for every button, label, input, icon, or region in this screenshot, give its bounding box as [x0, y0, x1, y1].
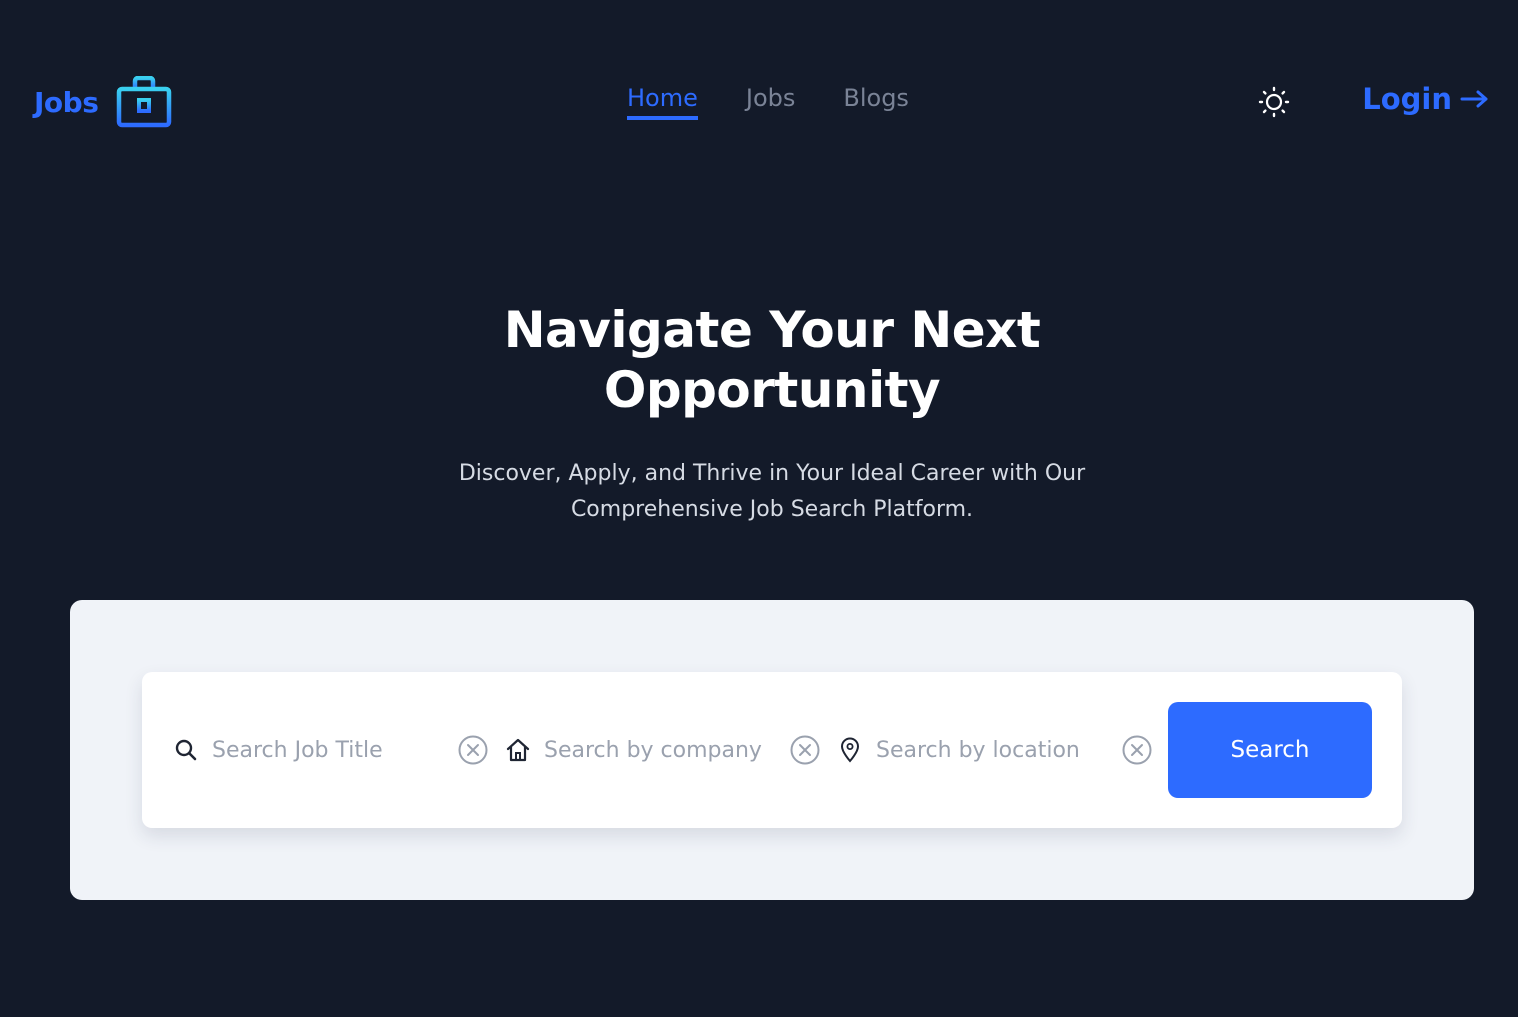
hero-subtitle: Discover, Apply, and Thrive in Your Idea…: [409, 456, 1135, 528]
location-pin-icon: [836, 737, 864, 763]
home-icon: [504, 737, 532, 763]
search-panel: Search: [70, 600, 1474, 900]
search-card: Search: [142, 672, 1402, 828]
clear-circle-icon: [790, 735, 820, 765]
clear-circle-icon: [458, 735, 488, 765]
search-icon: [172, 738, 200, 762]
sun-icon: [1258, 86, 1290, 118]
job-title-field: [172, 672, 422, 828]
company-field: [504, 672, 776, 828]
hero-title-line2: Opportunity: [603, 361, 941, 419]
hero-title-line1: Navigate Your Next: [503, 301, 1041, 359]
clear-location-button[interactable]: [1121, 734, 1153, 766]
hero-title: Navigate Your Next Opportunity: [409, 300, 1135, 420]
nav-item-home[interactable]: Home: [627, 84, 698, 120]
theme-toggle-button[interactable]: [1258, 86, 1290, 118]
login-label: Login: [1362, 82, 1452, 116]
brand-logo[interactable]: Jobs: [34, 76, 172, 128]
hero-subtitle-line2: Comprehensive Job Search Platform.: [570, 497, 974, 522]
job-title-input[interactable]: [212, 737, 422, 763]
search-button[interactable]: Search: [1168, 702, 1372, 798]
login-button[interactable]: Login: [1362, 82, 1490, 116]
clear-company-button[interactable]: [789, 734, 821, 766]
location-input[interactable]: [876, 737, 1108, 763]
hero-subtitle-line1: Discover, Apply, and Thrive in Your Idea…: [458, 461, 1086, 486]
nav-item-jobs[interactable]: Jobs: [746, 84, 796, 120]
nav-item-blogs[interactable]: Blogs: [843, 84, 909, 120]
clear-circle-icon: [1122, 735, 1152, 765]
page: Jobs Home Jobs Blogs Login Navigate Your…: [0, 0, 1518, 1017]
location-field: [836, 672, 1108, 828]
main-nav: Home Jobs Blogs: [627, 84, 909, 120]
company-input[interactable]: [544, 737, 776, 763]
clear-job-title-button[interactable]: [457, 734, 489, 766]
briefcase-icon: [116, 76, 172, 128]
brand-name: Jobs: [34, 85, 99, 119]
arrow-right-icon: [1460, 89, 1490, 109]
